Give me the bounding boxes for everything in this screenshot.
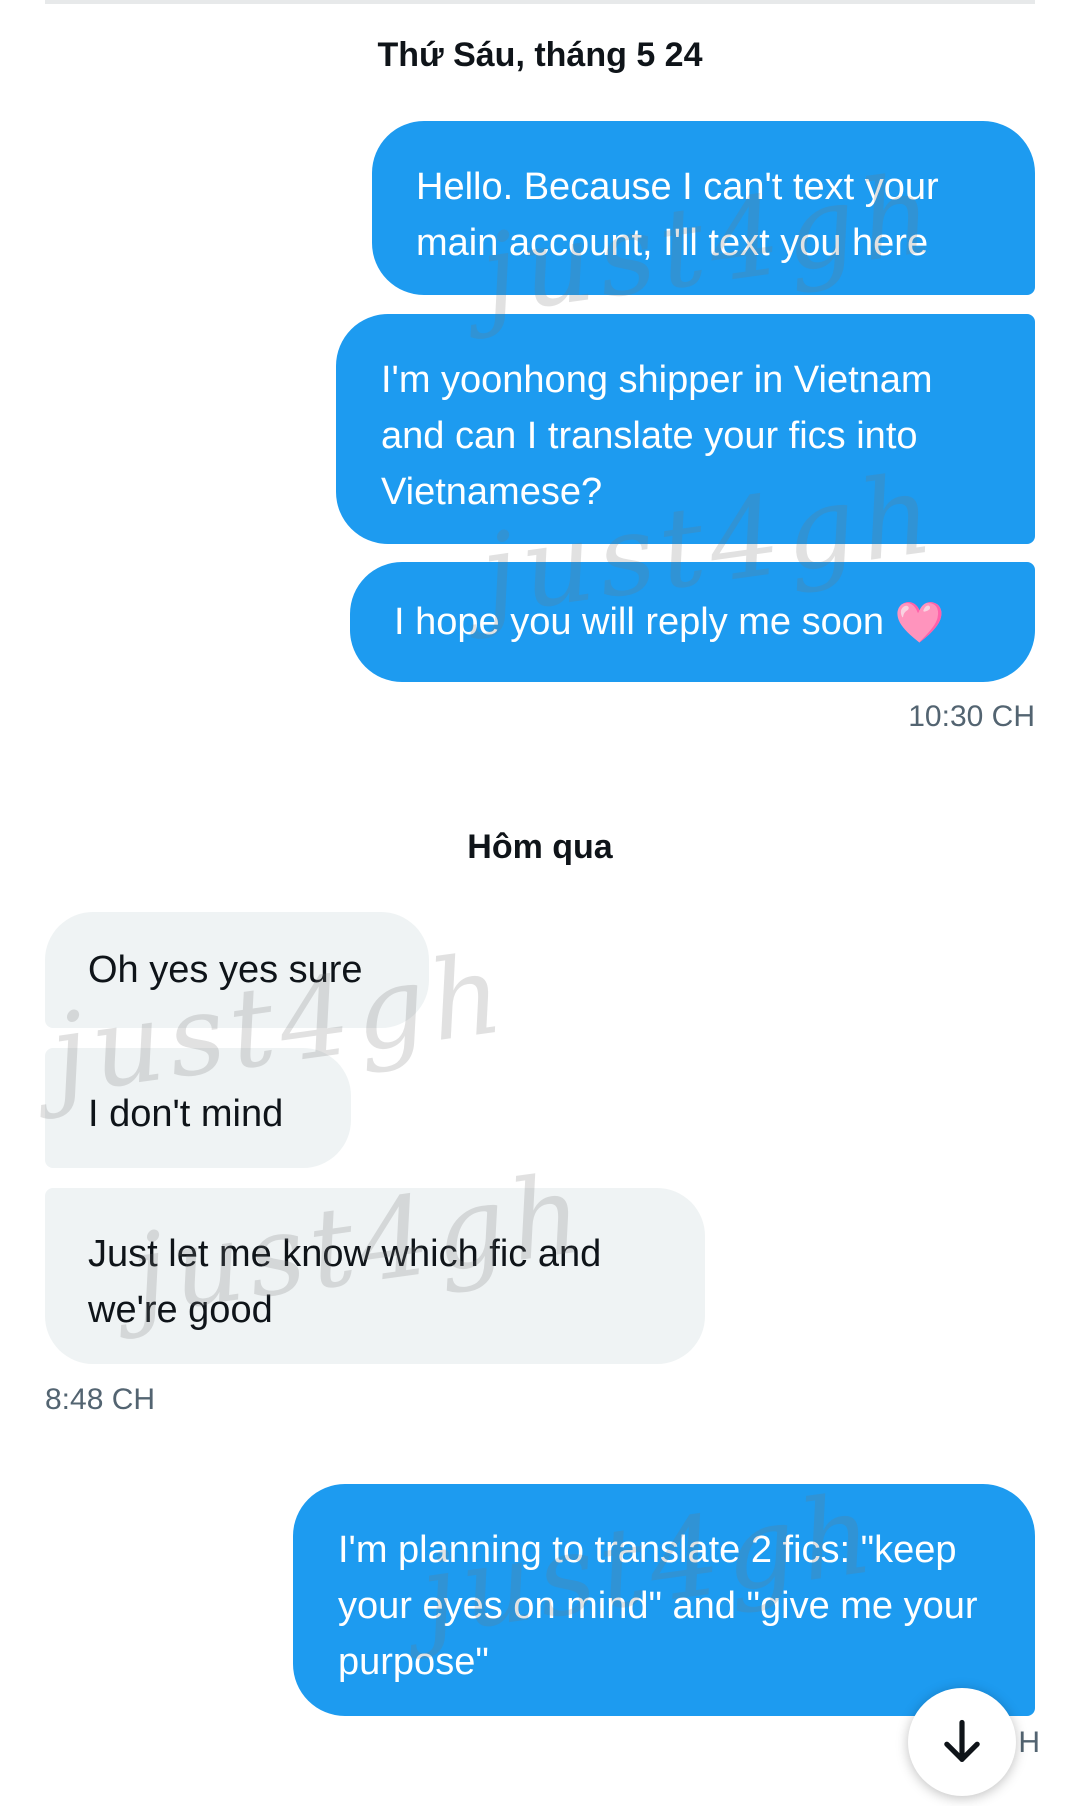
scroll-to-bottom-button[interactable] — [908, 1688, 1016, 1796]
message-timestamp-partial: H — [1018, 1726, 1040, 1759]
message-text: Oh yes yes sure — [88, 949, 363, 991]
received-message-bubble[interactable]: I don't mind — [45, 1048, 351, 1168]
message-text: I hope you will reply me soon — [394, 601, 885, 643]
arrow-down-icon — [944, 1719, 980, 1762]
top-divider — [45, 0, 1035, 4]
message-text: I don't mind — [88, 1093, 284, 1135]
sent-message-bubble[interactable]: I'm planning to translate 2 fics: "keep … — [293, 1484, 1035, 1716]
date-separator: Thứ Sáu, tháng 5 24 — [377, 36, 703, 74]
date-separator: Hôm qua — [467, 828, 613, 866]
pink-heart-emoji: 🩷 — [894, 601, 945, 645]
message-text: I'm planning to translate 2 fics: "keep … — [338, 1529, 978, 1683]
received-message-bubble[interactable]: Just let me know which fic and we're goo… — [45, 1188, 705, 1364]
sent-message-bubble[interactable]: I'm yoonhong shipper in Vietnam and can … — [336, 314, 1035, 544]
message-timestamp: 8:48 CH — [45, 1383, 156, 1416]
message-text: I'm yoonhong shipper in Vietnam and can … — [381, 359, 933, 513]
received-message-bubble[interactable]: Oh yes yes sure — [45, 912, 429, 1028]
sent-message-bubble[interactable]: Hello. Because I can't text your main ac… — [372, 121, 1035, 295]
message-text: Hello. Because I can't text your main ac… — [416, 166, 939, 264]
sent-message-bubble[interactable]: I hope you will reply me soon 🩷 — [350, 562, 1035, 682]
message-timestamp: 10:30 CH — [908, 700, 1035, 733]
message-text: Just let me know which fic and we're goo… — [88, 1233, 602, 1331]
